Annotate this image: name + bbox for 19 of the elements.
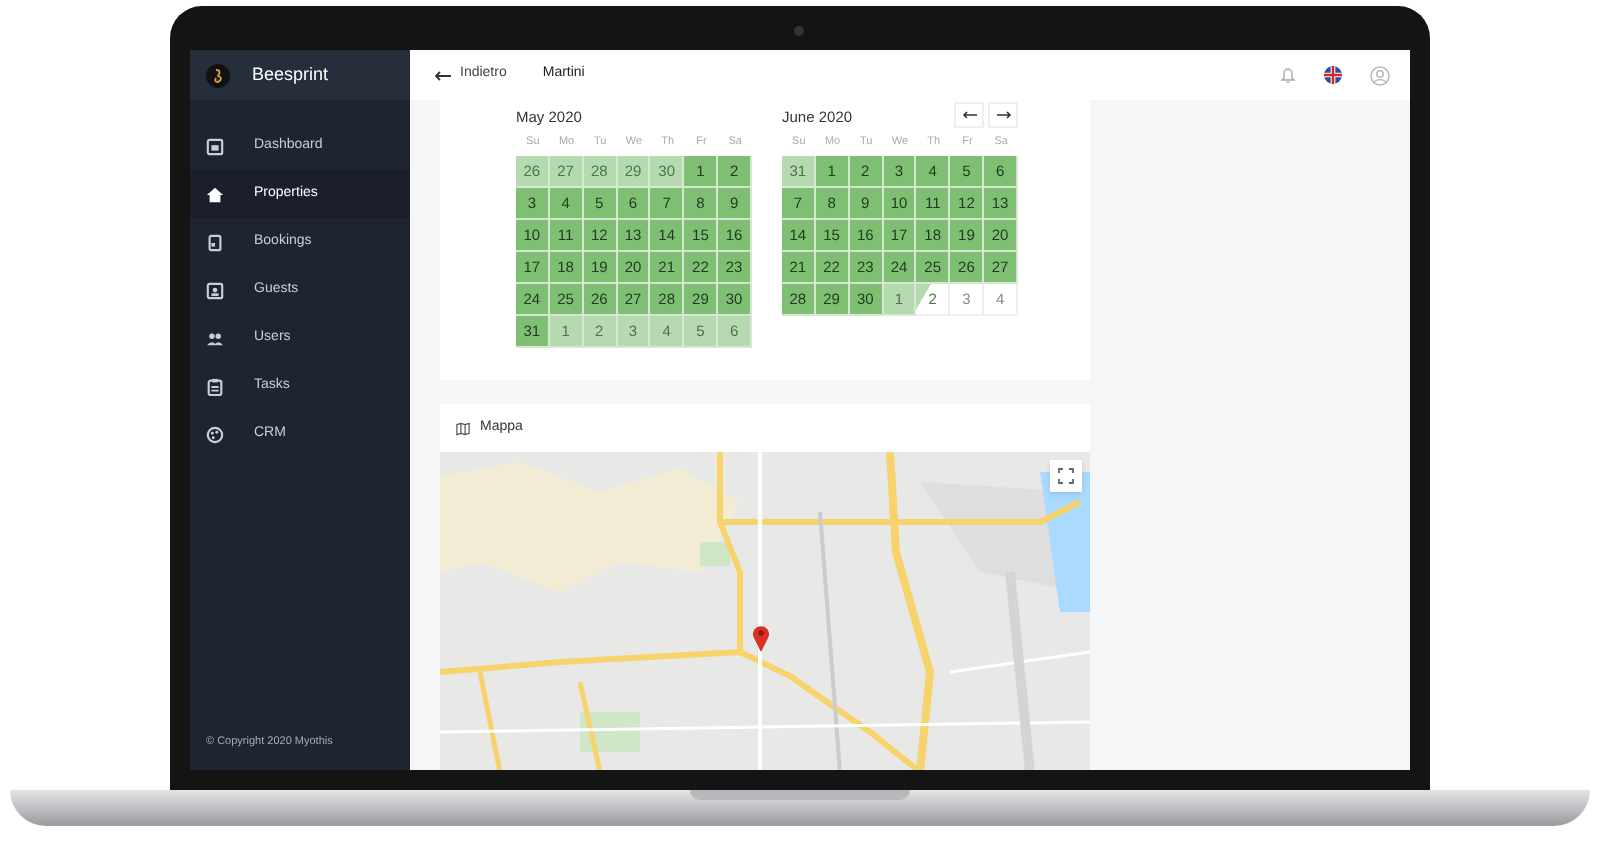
users-icon bbox=[206, 329, 224, 347]
id-card-icon bbox=[206, 281, 224, 299]
palette-icon bbox=[206, 425, 224, 443]
fullscreen-button[interactable] bbox=[1050, 460, 1082, 492]
map-icon bbox=[456, 421, 470, 435]
previous-month-button[interactable] bbox=[954, 102, 984, 128]
book-icon bbox=[206, 233, 224, 251]
home-icon bbox=[206, 185, 224, 203]
map-pin-icon bbox=[752, 624, 770, 652]
clipboard-icon bbox=[206, 377, 224, 395]
next-month-button[interactable] bbox=[988, 102, 1018, 128]
fullscreen-icon bbox=[1058, 468, 1074, 484]
brand-name: Beesprint bbox=[252, 61, 329, 88]
right-arrow-icon bbox=[995, 110, 1011, 120]
left-arrow-icon bbox=[961, 110, 977, 120]
logo-icon bbox=[206, 63, 230, 87]
dashboard-icon bbox=[206, 137, 224, 155]
left-arrow-icon bbox=[434, 69, 452, 81]
flag-icon[interactable] bbox=[1324, 66, 1342, 84]
